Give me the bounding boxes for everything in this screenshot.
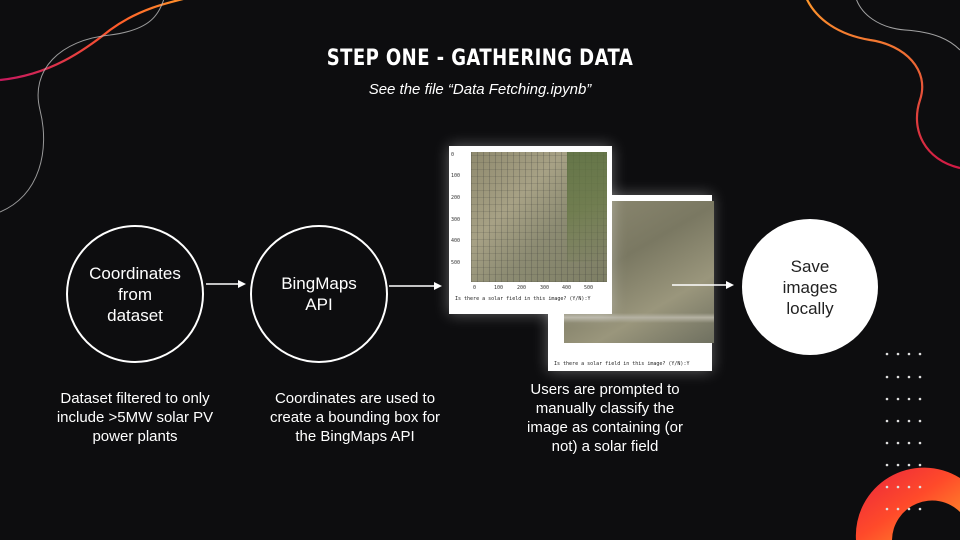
dot-grid-decoration <box>885 352 922 511</box>
slide: STEP ONE - GATHERING DATA See the file “… <box>0 0 960 540</box>
step-description-classify: Users are prompted to manually classify … <box>527 381 683 455</box>
arrow-head-2 <box>434 282 442 290</box>
arrow-head-3 <box>726 281 734 289</box>
step-description-coordinates: Dataset filtered to only include >5MW so… <box>56 390 214 445</box>
step-description-bingmaps: Coordinates are used to create a boundin… <box>269 390 441 445</box>
flow-arrows <box>206 280 734 290</box>
arrow-head-1 <box>238 280 246 288</box>
